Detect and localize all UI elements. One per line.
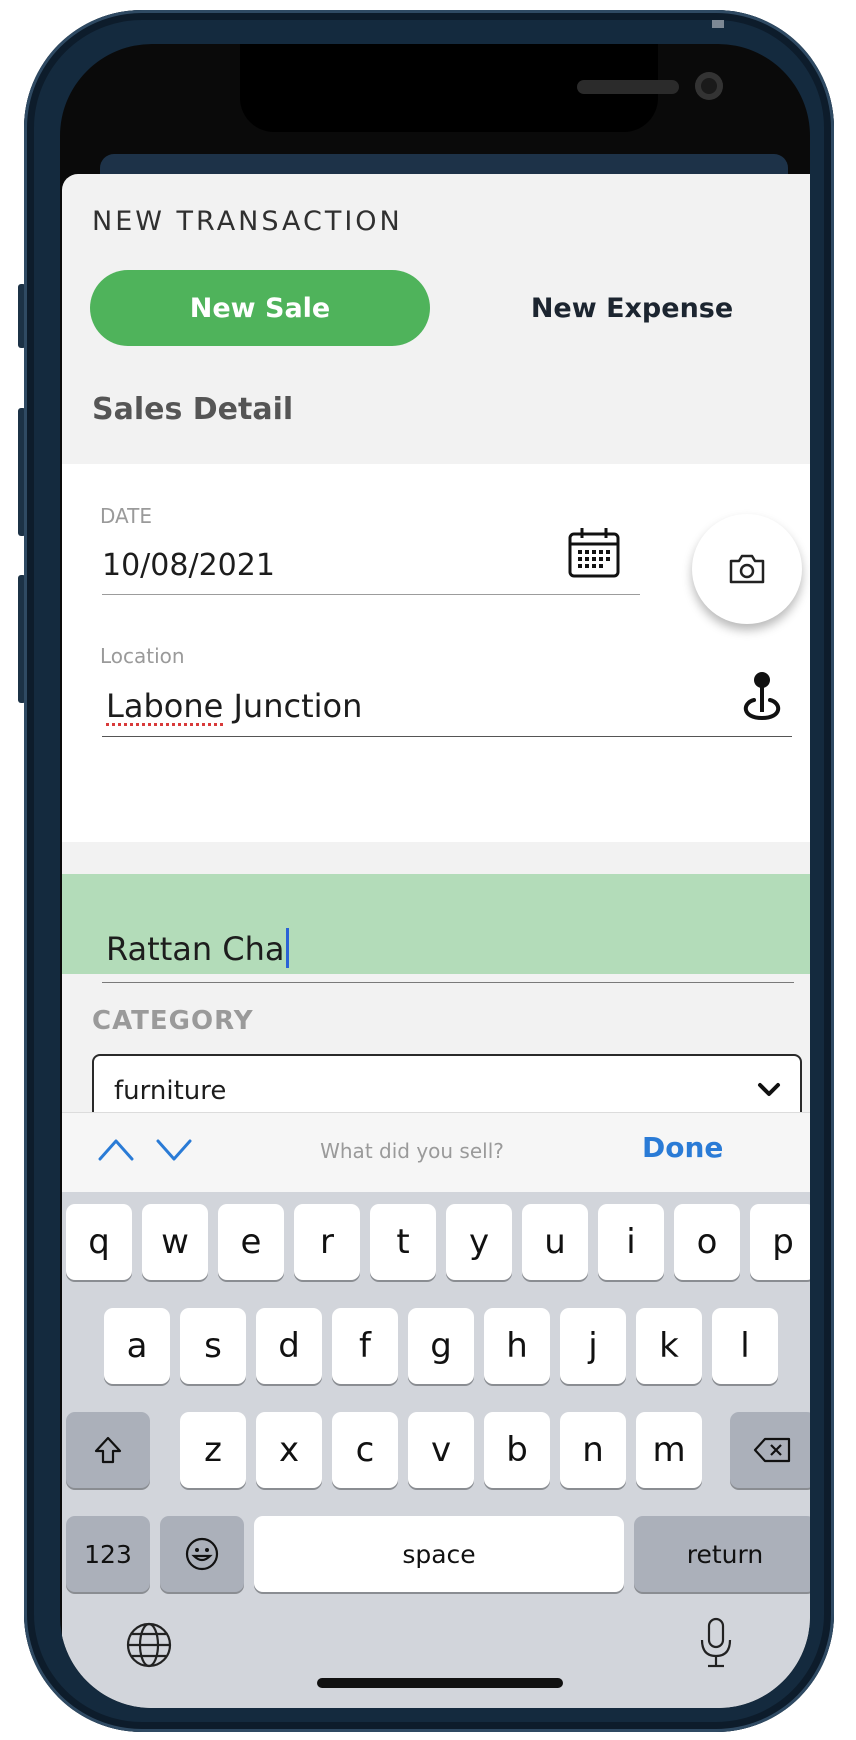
previous-field-icon[interactable] — [96, 1133, 136, 1167]
key-m[interactable]: m — [636, 1412, 702, 1488]
key-l[interactable]: l — [712, 1308, 778, 1384]
key-y[interactable]: y — [446, 1204, 512, 1280]
key-h[interactable]: h — [484, 1308, 550, 1384]
date-field[interactable]: 10/08/2021 — [102, 548, 275, 583]
key-j[interactable]: j — [560, 1308, 626, 1384]
category-label: CATEGORY — [92, 1006, 254, 1036]
key-s[interactable]: s — [180, 1308, 246, 1384]
chevron-down-icon — [758, 1083, 780, 1096]
onscreen-keyboard: q w e r t y u i o p a s d f g h j k l z … — [62, 1192, 810, 1708]
return-key[interactable]: return — [634, 1516, 810, 1592]
location-underline — [102, 736, 792, 737]
microphone-icon[interactable] — [698, 1616, 734, 1670]
new-transaction-sheet: NEW TRANSACTION New Sale New Expense Sal… — [62, 174, 810, 1708]
product-text: Rattan Cha — [106, 930, 285, 968]
space-key[interactable]: space — [254, 1516, 624, 1592]
speaker-grille — [577, 80, 679, 94]
next-field-icon[interactable] — [154, 1133, 194, 1167]
camera-icon — [729, 554, 765, 584]
shift-icon — [94, 1436, 122, 1464]
camera-button[interactable] — [692, 514, 802, 624]
text-cursor — [285, 928, 289, 968]
key-v[interactable]: v — [408, 1412, 474, 1488]
product-input[interactable]: Rattan Cha — [106, 928, 289, 968]
location-misspelled-word: Labone — [106, 687, 224, 725]
key-k[interactable]: k — [636, 1308, 702, 1384]
key-q[interactable]: q — [66, 1204, 132, 1280]
location-pin-icon[interactable] — [738, 670, 790, 724]
sheet-title: NEW TRANSACTION — [92, 206, 403, 237]
key-n[interactable]: n — [560, 1412, 626, 1488]
emoji-icon — [185, 1537, 219, 1571]
input-hint: What did you sell? — [320, 1139, 504, 1163]
key-d[interactable]: d — [256, 1308, 322, 1384]
key-x[interactable]: x — [256, 1412, 322, 1488]
notch — [240, 44, 723, 132]
numbers-key[interactable]: 123 — [66, 1516, 150, 1592]
shift-key[interactable] — [66, 1412, 150, 1488]
product-underline — [102, 982, 794, 983]
category-value: furniture — [114, 1076, 227, 1106]
location-field[interactable]: Labone Junction — [106, 687, 362, 725]
home-indicator[interactable] — [317, 1678, 563, 1688]
key-t[interactable]: t — [370, 1204, 436, 1280]
key-u[interactable]: u — [522, 1204, 588, 1280]
key-o[interactable]: o — [674, 1204, 740, 1280]
key-r[interactable]: r — [294, 1204, 360, 1280]
section-title: Sales Detail — [92, 392, 294, 427]
backspace-icon — [753, 1437, 791, 1463]
date-underline — [102, 594, 640, 595]
location-caption: Location — [100, 644, 185, 668]
sales-detail-panel: DATE 10/08/2021 Location Labone Junction — [62, 464, 810, 842]
phone-frame: NEW TRANSACTION New Sale New Expense Sal… — [24, 10, 834, 1732]
key-f[interactable]: f — [332, 1308, 398, 1384]
tab-new-sale[interactable]: New Sale — [90, 270, 430, 346]
delete-key[interactable] — [730, 1412, 810, 1488]
location-rest: Junction — [223, 687, 363, 725]
key-a[interactable]: a — [104, 1308, 170, 1384]
key-b[interactable]: b — [484, 1412, 550, 1488]
calendar-icon[interactable] — [567, 526, 621, 580]
phone-screen: NEW TRANSACTION New Sale New Expense Sal… — [60, 44, 810, 1708]
key-p[interactable]: p — [750, 1204, 810, 1280]
emoji-key[interactable] — [160, 1516, 244, 1592]
key-z[interactable]: z — [180, 1412, 246, 1488]
frame-antenna-mark — [712, 20, 724, 28]
done-button[interactable]: Done — [642, 1131, 723, 1164]
front-camera — [695, 72, 723, 100]
globe-icon[interactable] — [124, 1620, 174, 1670]
key-i[interactable]: i — [598, 1204, 664, 1280]
tab-new-expense[interactable]: New Expense — [482, 270, 782, 346]
keyboard-accessory-bar: What did you sell? Done — [62, 1112, 810, 1193]
key-g[interactable]: g — [408, 1308, 474, 1384]
key-w[interactable]: w — [142, 1204, 208, 1280]
key-e[interactable]: e — [218, 1204, 284, 1280]
date-caption: DATE — [100, 504, 153, 528]
key-c[interactable]: c — [332, 1412, 398, 1488]
